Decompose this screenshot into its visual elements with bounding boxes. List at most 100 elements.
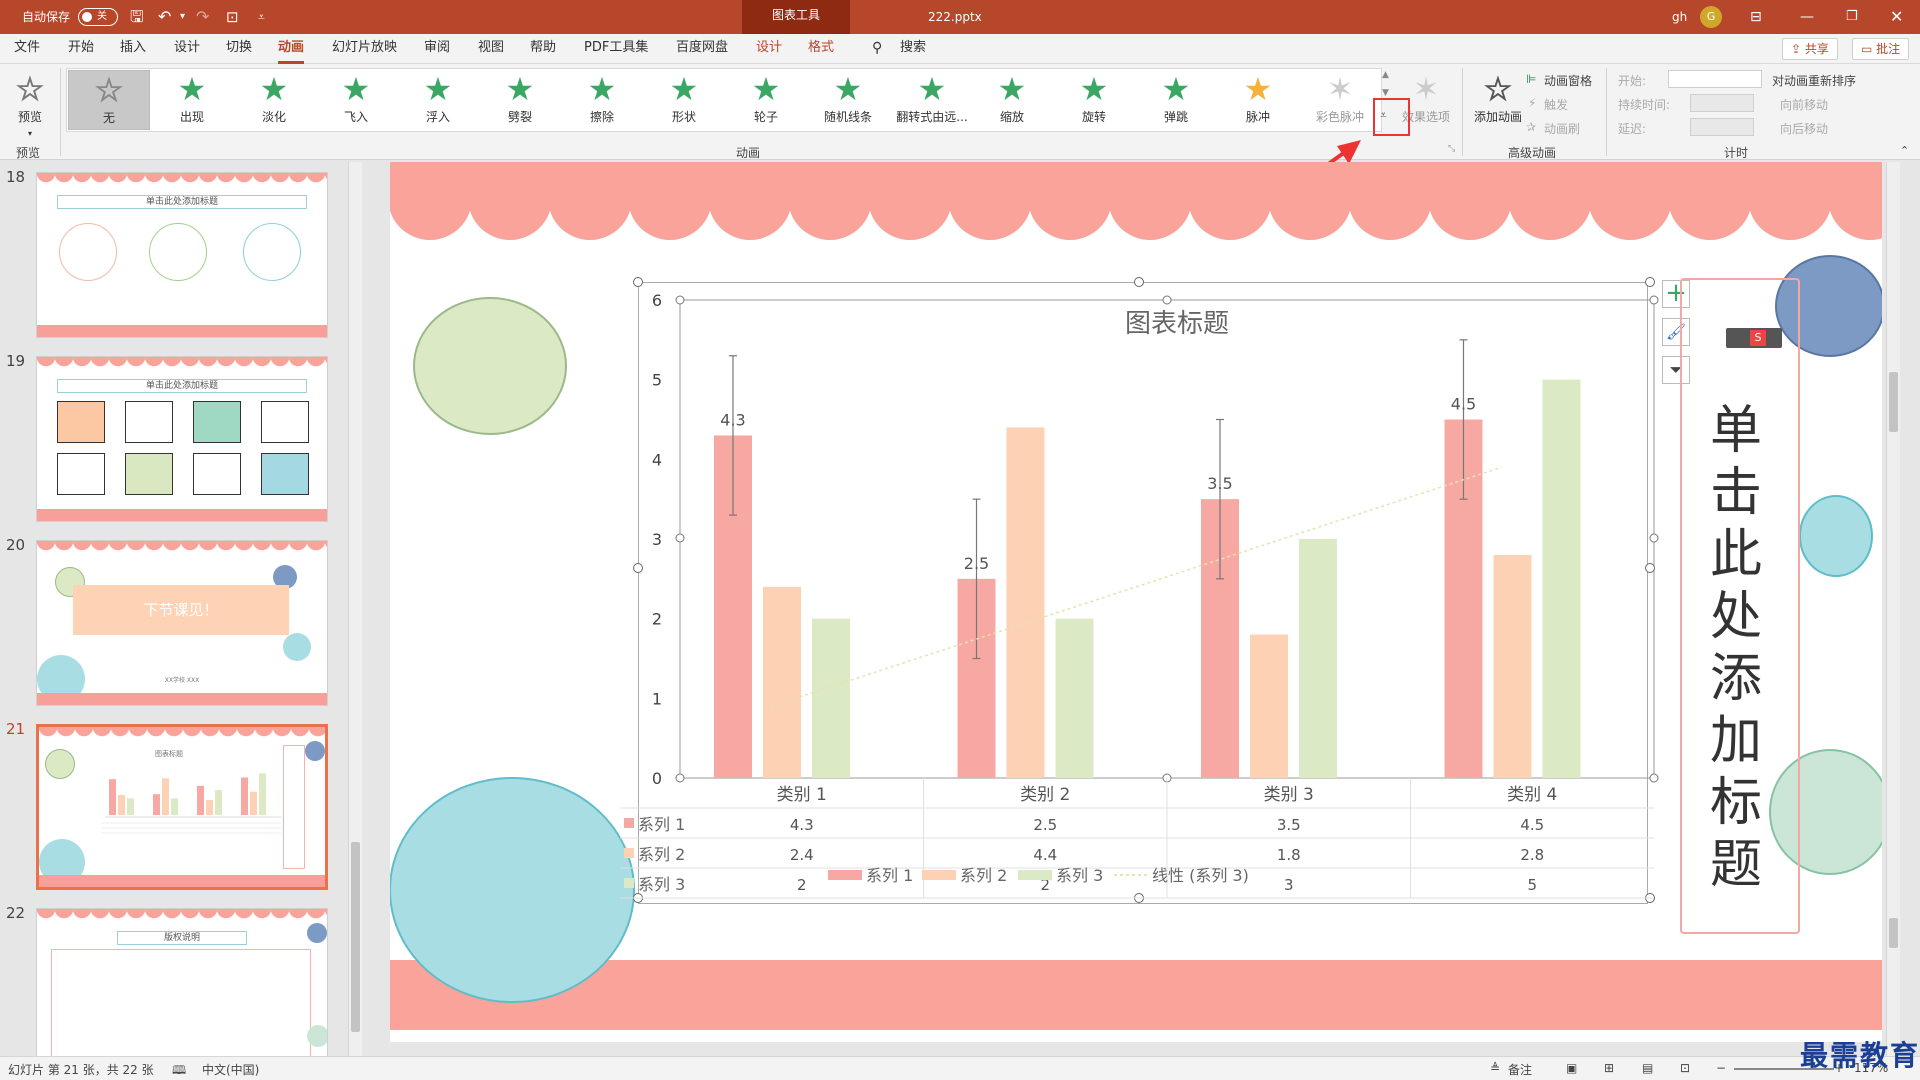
tab-design[interactable]: 设计 xyxy=(174,34,200,64)
slide-thumbnail-19[interactable]: 单击此处添加标题 xyxy=(36,356,328,522)
animation-painter-button[interactable]: 动画刷 xyxy=(1544,120,1580,137)
animation-wipe[interactable]: ★ 擦除 xyxy=(562,70,642,130)
comments-button[interactable]: ▭ 批注 xyxy=(1852,38,1910,60)
gallery-scroll-up-icon[interactable]: ▲ xyxy=(1382,70,1389,80)
animation-label: 飞入 xyxy=(343,110,368,124)
chart-title: 图表标题 xyxy=(1125,309,1229,339)
tab-chart-design[interactable]: 设计 xyxy=(756,34,782,64)
user-name[interactable]: gh xyxy=(1672,0,1687,34)
animation-none[interactable]: ☆ 无 xyxy=(68,70,150,130)
tab-file[interactable]: 文件 xyxy=(14,34,40,64)
thumbnails-scroll-thumb[interactable] xyxy=(351,842,360,1032)
notes-icon[interactable]: ≜ xyxy=(1490,1061,1500,1075)
star-icon: ★ xyxy=(917,70,947,108)
trigger-icon[interactable]: ⚡ xyxy=(1528,96,1536,110)
duration-input[interactable] xyxy=(1690,94,1754,112)
dialog-launcher-icon[interactable]: ⤡ xyxy=(1448,144,1455,154)
share-button[interactable]: ⇪ 共享 xyxy=(1782,38,1838,60)
animation-fade[interactable]: ★ 淡化 xyxy=(234,70,314,130)
search-label[interactable]: 搜索 xyxy=(900,34,926,64)
animation-label: 旋转 xyxy=(1081,110,1106,124)
animation-pane-button[interactable]: 动画窗格 xyxy=(1544,72,1592,89)
delay-input[interactable] xyxy=(1690,118,1754,136)
animation-wheel[interactable]: ★ 轮子 xyxy=(726,70,806,130)
thumb-circle xyxy=(307,1025,327,1047)
slide-thumbnail-20[interactable]: 下节课见！ XX学校 XXX xyxy=(36,540,328,706)
slide-scrollbar[interactable] xyxy=(1886,162,1900,1056)
undo-dropdown-icon[interactable]: ▾ xyxy=(180,0,185,34)
start-select[interactable] xyxy=(1668,70,1762,88)
minimize-icon[interactable]: — xyxy=(1800,0,1814,34)
slide-thumbnail-18[interactable]: 单击此处添加标题 xyxy=(36,172,328,338)
zoom-out-icon[interactable]: − xyxy=(1716,1061,1726,1075)
thumb-bar xyxy=(118,795,125,815)
scallop-circle xyxy=(548,162,632,240)
tab-pdf-tools[interactable]: PDF工具集 xyxy=(584,34,648,64)
preview-button[interactable]: ☆ 预览 ▾ xyxy=(2,70,58,139)
collapse-ribbon-icon[interactable]: ⌃ xyxy=(1900,144,1909,157)
tab-transitions[interactable]: 切换 xyxy=(226,34,252,64)
table-cell: 2 xyxy=(797,876,807,894)
redo-icon[interactable]: ↷ xyxy=(196,0,209,34)
animation-appear[interactable]: ★ 出现 xyxy=(152,70,232,130)
animation-float-in[interactable]: ★ 浮入 xyxy=(398,70,478,130)
tab-help[interactable]: 帮助 xyxy=(530,34,556,64)
close-icon[interactable]: ✕ xyxy=(1890,0,1903,34)
present-icon[interactable]: ⊡ xyxy=(226,0,239,34)
thumbnails-scrollbar[interactable] xyxy=(348,162,362,1056)
animation-bounce[interactable]: ★ 弹跳 xyxy=(1136,70,1216,130)
trigger-button[interactable]: 触发 xyxy=(1544,96,1568,113)
avatar[interactable]: G xyxy=(1700,6,1722,28)
notes-button[interactable]: 备注 xyxy=(1508,1061,1532,1078)
slideshow-view-icon[interactable]: ⊡ xyxy=(1680,1061,1690,1075)
add-animation-button[interactable]: ☆ 添加动画 xyxy=(1466,70,1530,130)
search-icon[interactable]: ⚲ xyxy=(872,34,882,64)
undo-icon[interactable]: ↶ xyxy=(158,0,171,34)
table-legend-key xyxy=(624,818,634,828)
autosave-toggle[interactable]: 关 xyxy=(78,8,118,26)
restore-icon[interactable]: ❐ xyxy=(1846,0,1858,34)
animation-shape[interactable]: ★ 形状 xyxy=(644,70,724,130)
tab-view[interactable]: 视图 xyxy=(478,34,504,64)
title-placeholder[interactable]: 单击此处添加标题 xyxy=(1680,278,1800,934)
slide-sorter-icon[interactable]: ⊞ xyxy=(1604,1061,1614,1075)
gallery-scroll-down-icon[interactable]: ▼ xyxy=(1382,88,1389,98)
move-later-button[interactable]: 向后移动 xyxy=(1780,120,1828,137)
animation-split[interactable]: ★ 劈裂 xyxy=(480,70,560,130)
slide-thumbnail-22[interactable]: 版权说明 xyxy=(36,908,328,1074)
tab-animations[interactable]: 动画 xyxy=(278,34,305,64)
animation-pane-icon[interactable]: ⊫ xyxy=(1526,72,1536,86)
file-name: 222.pptx xyxy=(928,10,982,24)
tab-home[interactable]: 开始 xyxy=(68,34,94,64)
normal-view-icon[interactable]: ▣ xyxy=(1566,1061,1577,1075)
animation-painter-icon[interactable]: ✰ xyxy=(1526,120,1536,134)
animation-random-bars[interactable]: ★ 随机线条 xyxy=(808,70,888,130)
slide-thumbnail-21[interactable]: 图表标题 xyxy=(36,724,328,890)
animation-zoom[interactable]: ★ 缩放 xyxy=(972,70,1052,130)
plot-resize-handle xyxy=(1649,773,1659,783)
tab-chart-format[interactable]: 格式 xyxy=(808,34,834,64)
animation-grow-turn[interactable]: ★ 翻转式由远... xyxy=(890,70,974,130)
save-icon[interactable]: 🖫 xyxy=(130,0,144,34)
animation-swivel[interactable]: ★ 旋转 xyxy=(1054,70,1134,130)
tab-review[interactable]: 审阅 xyxy=(424,34,450,64)
start-label: 开始: xyxy=(1618,74,1647,88)
spelling-icon[interactable]: 🕮 xyxy=(172,1061,186,1080)
slide-scroll-thumb[interactable] xyxy=(1889,372,1898,432)
tab-insert[interactable]: 插入 xyxy=(120,34,146,64)
slide-scroll-thumb-2[interactable] xyxy=(1889,918,1898,948)
scallop-decoration xyxy=(37,909,327,923)
customize-qat-icon[interactable]: ⩡ xyxy=(258,0,265,34)
animation-color-pulse[interactable]: ✶ 彩色脉冲 xyxy=(1300,70,1380,130)
chart-plot[interactable]: 图表标题 0 1 2 3 4 5 6 4.3 2.5 3.5 4.5 类别 1 类别 2 类别 3 类别 4 系… xyxy=(620,262,1670,922)
ribbon-display-icon[interactable]: ⊟ xyxy=(1750,0,1762,34)
animation-pulse[interactable]: ★ 脉冲 xyxy=(1218,70,1298,130)
tab-baidu-netdisk[interactable]: 百度网盘 xyxy=(676,34,728,64)
reading-view-icon[interactable]: ▤ xyxy=(1642,1061,1653,1075)
animation-fly-in[interactable]: ★ 飞入 xyxy=(316,70,396,130)
scallop-circle xyxy=(628,162,712,240)
move-earlier-button[interactable]: 向前移动 xyxy=(1780,96,1828,113)
language[interactable]: 中文(中国) xyxy=(202,1061,259,1078)
tab-slideshow[interactable]: 幻灯片放映 xyxy=(332,34,397,64)
table-cell: 4.5 xyxy=(1520,816,1544,834)
